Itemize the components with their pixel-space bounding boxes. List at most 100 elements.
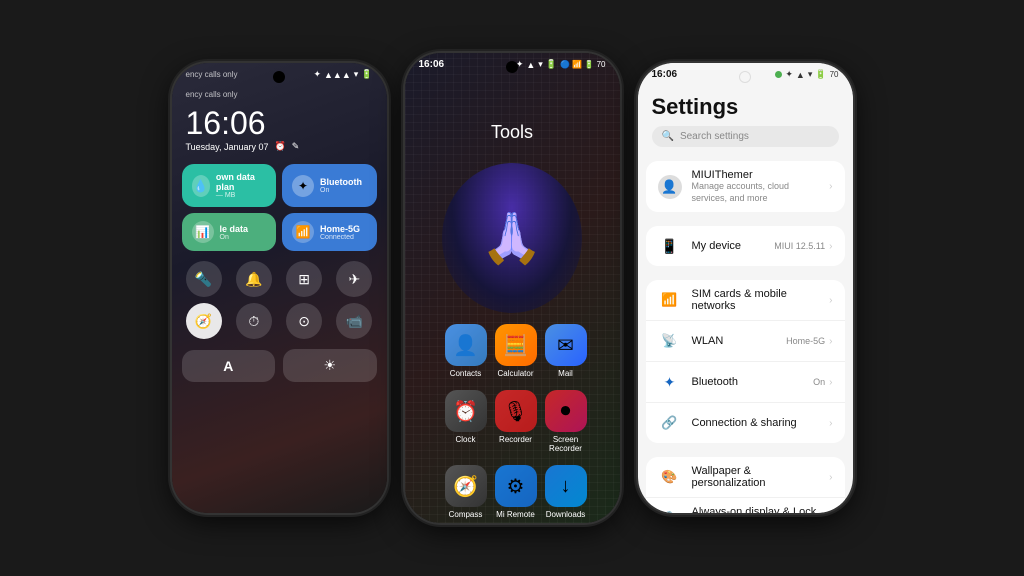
timer-btn[interactable]: ⏱ — [232, 303, 276, 339]
search-icon: 🔍 — [662, 131, 674, 142]
p3-bt-icon: ✦ — [785, 69, 793, 80]
status-left-text: ency calls only — [186, 70, 238, 79]
settings-item-bluetooth[interactable]: ✦ Bluetooth On › — [646, 362, 845, 403]
app-mail[interactable]: ✉ Mail — [545, 324, 587, 378]
settings-item-connection[interactable]: 🔗 Connection & sharing › — [646, 403, 845, 443]
wlan-icon: 📡 — [661, 333, 677, 349]
settings-item-miuithemer[interactable]: 👤 MIUIThemer Manage accounts, cloud serv… — [646, 161, 845, 212]
brightness-btn[interactable]: ☀ — [283, 349, 377, 382]
wifi-sub: Connected — [320, 234, 360, 241]
settings-item-my-device[interactable]: 📱 My device MIUI 12.5.11 › — [646, 226, 845, 266]
mail-label: Mail — [558, 369, 573, 378]
app-clock[interactable]: ⏰ Clock — [445, 390, 487, 453]
p3-green-dot — [775, 71, 782, 78]
app-recorder[interactable]: 🎙 Recorder — [495, 390, 537, 453]
miuithemer-content: MIUIThemer Manage accounts, cloud servic… — [692, 169, 820, 204]
notification-btn[interactable]: 🔔 — [232, 261, 276, 297]
recorder-label: Recorder — [499, 435, 532, 444]
wifi-icon: ▾ — [354, 69, 359, 80]
brightness-icon: ☀ — [323, 357, 336, 374]
sim-content: SIM cards & mobile networks — [692, 288, 820, 312]
data-label: own data plan — [216, 172, 266, 192]
video-icon: 📹 — [336, 303, 372, 339]
bluetooth-label: Bluetooth — [320, 177, 362, 187]
app-calculator[interactable]: 🧮 Calculator — [495, 324, 537, 378]
my-device-icon-wrap: 📱 — [658, 234, 682, 258]
phone-1-screen: ency calls only ✦ ▲▲▲ ▾ 🔋 ency calls onl… — [172, 63, 387, 513]
mail-icon: ✉ — [545, 324, 587, 366]
bluetooth-icon: ✦ — [292, 175, 314, 197]
settings-item-wlan[interactable]: 📡 WLAN Home-5G › — [646, 321, 845, 362]
wallpaper-content: Wallpaper & personalization — [692, 465, 820, 489]
mi-remote-icon: ⚙ — [495, 465, 537, 507]
cc-round-grid-1: 🔦 🔔 ⊞ ✈ — [172, 255, 387, 303]
connection-title: Connection & sharing — [692, 417, 820, 429]
mi-remote-label: Mi Remote — [496, 510, 535, 519]
app-grid-row2: ⏰ Clock 🎙 Recorder ⏺ Screen Recorder — [405, 384, 620, 459]
location-btn[interactable]: 🧭 — [182, 303, 226, 339]
calculator-label: Calculator — [497, 369, 533, 378]
cc-round-grid-2: 🧭 ⏱ ⊙ 📹 — [172, 303, 387, 345]
cc-alarm-icon: ⏰ — [275, 141, 286, 152]
settings-item-wallpaper[interactable]: 🎨 Wallpaper & personalization › — [646, 457, 845, 498]
cc-tile-mobile-data[interactable]: 📊 le data On — [182, 213, 277, 251]
cast-btn[interactable]: ⊞ — [282, 261, 326, 297]
miuithemer-title: MIUIThemer — [692, 169, 820, 181]
bluetooth-settings-icon-wrap: ✦ — [658, 370, 682, 394]
settings-title: Settings — [652, 90, 839, 126]
airplane-btn[interactable]: ✈ — [332, 261, 376, 297]
settings-item-sim[interactable]: 📶 SIM cards & mobile networks › — [646, 280, 845, 321]
chevron-icon-6: › — [829, 472, 832, 483]
connection-right: › — [829, 418, 832, 429]
screen-recorder-label: Screen Recorder — [545, 435, 587, 453]
data-icon: 💧 — [192, 175, 210, 197]
wallpaper-title: Wallpaper & personalization — [692, 465, 820, 489]
app-drawer-content: Tools 🙏 👤 Contacts 🧮 Calculator — [405, 72, 620, 523]
p3-signal-icon: ▲ — [796, 70, 805, 80]
p2-time: 16:06 — [419, 59, 445, 70]
clock-label: Clock — [455, 435, 475, 444]
cc-tile-data[interactable]: 💧 own data plan — MB — [182, 164, 277, 207]
p3-battery-icon: 🔋 — [815, 69, 826, 80]
app-screen-recorder[interactable]: ⏺ Screen Recorder — [545, 390, 587, 453]
settings-section-connectivity: 📶 SIM cards & mobile networks › 📡 WLAN — [646, 280, 845, 443]
sim-icon: 📶 — [661, 292, 677, 308]
nfc-btn[interactable]: ⊙ — [282, 303, 326, 339]
bluetooth-content: Bluetooth — [692, 376, 804, 388]
signal-icon: ▲▲▲ — [324, 70, 351, 80]
app-contacts[interactable]: 👤 Contacts — [445, 324, 487, 378]
section-gap-2 — [638, 270, 853, 276]
app-compass[interactable]: 🧭 Compass — [445, 465, 487, 519]
chevron-icon-4: › — [829, 377, 832, 388]
my-device-right: MIUI 12.5.11 › — [774, 241, 832, 252]
search-placeholder: Search settings — [680, 131, 749, 142]
flashlight-btn[interactable]: 🔦 — [182, 261, 226, 297]
calculator-icon: 🧮 — [495, 324, 537, 366]
wlan-value: Home-5G — [786, 336, 825, 346]
accessibility-btn[interactable]: A — [182, 350, 276, 382]
wlan-icon-wrap: 📡 — [658, 329, 682, 353]
app-grid-row1: 👤 Contacts 🧮 Calculator ✉ Mail — [405, 318, 620, 384]
phone-2: 16:06 ✦ ▲ ▾ 🔋 🔵 📶 🔋 70 Tools 🙏 — [405, 53, 620, 523]
cc-date: Tuesday, January 07 — [186, 142, 269, 152]
miuithemer-sub: Manage accounts, cloud services, and mor… — [692, 181, 820, 204]
section-gap-1 — [638, 216, 853, 222]
punch-hole-2 — [506, 61, 518, 73]
wifi-label: Home-5G — [320, 224, 360, 234]
camera-btn[interactable]: 📹 — [332, 303, 376, 339]
app-mi-remote[interactable]: ⚙ Mi Remote — [495, 465, 537, 519]
app-downloads[interactable]: ↓ Downloads — [545, 465, 587, 519]
chevron-icon-2: › — [829, 295, 832, 306]
compass-label: Compass — [449, 510, 483, 519]
cc-tile-wifi[interactable]: 📶 Home-5G Connected — [282, 213, 377, 251]
connection-content: Connection & sharing — [692, 417, 820, 429]
aod-icon: 🔒 — [661, 510, 677, 513]
bluetooth-value: On — [813, 377, 825, 387]
app-grid-3: 🧭 Compass ⚙ Mi Remote ↓ Downloads — [425, 465, 600, 519]
cc-tile-bluetooth[interactable]: ✦ Bluetooth On — [282, 164, 377, 207]
cc-date-row: Tuesday, January 07 ⏰ ✎ — [186, 141, 373, 152]
search-bar[interactable]: 🔍 Search settings — [652, 126, 839, 147]
cc-emergency-text: ency calls only — [172, 82, 387, 103]
bluetooth-right: On › — [813, 377, 832, 388]
settings-item-aod[interactable]: 🔒 Always-on display & Lock screen › — [646, 498, 845, 513]
